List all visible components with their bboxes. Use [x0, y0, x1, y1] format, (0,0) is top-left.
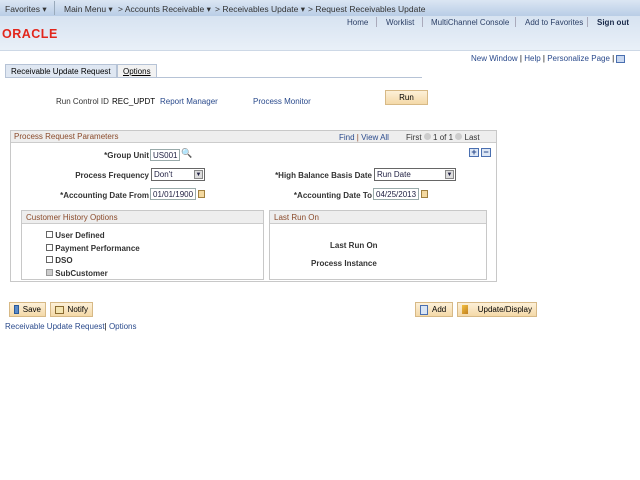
accounting-date-to-input[interactable]: 04/25/2013: [373, 188, 419, 200]
find-link[interactable]: Find: [339, 133, 355, 142]
calendar-icon[interactable]: [421, 190, 428, 198]
main-menu[interactable]: Main Menu ▾: [64, 4, 113, 15]
dso-checkbox-row[interactable]: DSO: [46, 255, 140, 268]
group-unit-input[interactable]: US001: [150, 149, 180, 161]
subcustomer-checkbox: [46, 268, 53, 276]
last-run-on-panel: Last Run On: [269, 210, 487, 280]
multichannel-console-link[interactable]: MultiChannel Console: [431, 18, 509, 27]
top-nav-bar: Favorites ▾ Main Menu ▾ > Accounts Recei…: [0, 0, 640, 16]
notify-button[interactable]: Notify: [50, 302, 93, 317]
high-balance-basis-date-select[interactable]: Run Date ▼: [374, 168, 456, 181]
user-defined-checkbox-row[interactable]: User Defined: [46, 230, 140, 243]
grid-icon[interactable]: [616, 54, 626, 63]
accounting-date-from-label: *Accounting Date From: [60, 191, 149, 200]
new-window-link[interactable]: New Window: [471, 54, 518, 63]
last-run-on-label: Last Run On: [330, 241, 378, 250]
breadcrumb-accounts-receivable[interactable]: > Accounts Receivable ▾: [118, 4, 211, 15]
footer-link-options[interactable]: Options: [109, 322, 137, 331]
save-icon: [14, 305, 19, 314]
payment-performance-checkbox[interactable]: [46, 243, 53, 251]
panel-header: Customer History Options: [22, 211, 263, 224]
tab-divider: [5, 77, 422, 78]
panel-header: Last Run On: [270, 211, 486, 224]
delete-row-icon[interactable]: −: [481, 148, 491, 157]
payment-performance-checkbox-row[interactable]: Payment Performance: [46, 243, 140, 256]
row-count: 1 of 1: [433, 133, 454, 142]
view-all-link[interactable]: View All: [361, 133, 389, 142]
last-link[interactable]: Last: [465, 133, 480, 142]
lookup-icon[interactable]: 🔍: [181, 148, 192, 159]
sign-out-link[interactable]: Sign out: [597, 18, 629, 27]
process-instance-label: Process Instance: [311, 259, 377, 268]
tab-receivable-update-request[interactable]: Receivable Update Request: [5, 64, 117, 78]
report-manager-link[interactable]: Report Manager: [160, 97, 218, 106]
breadcrumb-request-receivables-update[interactable]: > Request Receivables Update: [308, 4, 425, 14]
save-button[interactable]: Save: [9, 302, 46, 317]
next-icon[interactable]: [455, 133, 463, 140]
pencil-icon: [462, 305, 468, 314]
add-row-icon[interactable]: +: [469, 148, 479, 157]
add-to-favorites-link[interactable]: Add to Favorites: [525, 18, 583, 27]
breadcrumb-receivables-update[interactable]: > Receivables Update ▾: [215, 4, 305, 15]
accounting-date-from-input[interactable]: 01/01/1900: [150, 188, 196, 200]
worklist-link[interactable]: Worklist: [386, 18, 414, 27]
help-link[interactable]: Help: [524, 54, 540, 63]
first-link[interactable]: First: [406, 133, 422, 142]
calendar-icon[interactable]: [198, 190, 205, 198]
user-defined-checkbox[interactable]: [46, 231, 53, 238]
accounting-date-to-label: *Accounting Date To: [293, 191, 372, 200]
dso-checkbox[interactable]: [46, 256, 53, 263]
favorites-menu[interactable]: Favorites ▾: [5, 4, 47, 15]
panel-header: Process Request Parameters Find | View A…: [11, 131, 496, 143]
home-link[interactable]: Home: [347, 18, 368, 27]
prev-icon[interactable]: [423, 133, 431, 140]
add-icon: [420, 304, 428, 315]
footer-link-receivable-update-request[interactable]: Receivable Update Request: [5, 322, 105, 331]
run-button[interactable]: Run: [385, 90, 428, 105]
process-frequency-select[interactable]: Don't ▼: [151, 168, 205, 181]
process-frequency-label: Process Frequency: [75, 171, 149, 180]
run-control-label: Run Control ID: [56, 97, 109, 106]
notify-icon: [55, 305, 64, 314]
tab-options[interactable]: Options: [117, 64, 157, 78]
chevron-down-icon: ▼: [194, 170, 203, 179]
run-control-value: REC_UPDT: [112, 97, 156, 106]
subcustomer-checkbox-row: SubCustomer: [46, 268, 140, 281]
personalize-page-link[interactable]: Personalize Page: [547, 54, 610, 63]
add-button[interactable]: Add: [415, 302, 453, 317]
high-balance-basis-date-label: *High Balance Basis Date: [275, 171, 372, 180]
group-unit-label: *Group Unit: [104, 151, 149, 160]
process-monitor-link[interactable]: Process Monitor: [253, 97, 311, 106]
update-display-button[interactable]: Update/Display: [457, 302, 537, 317]
oracle-logo: ORACLE: [2, 27, 58, 41]
chevron-down-icon: ▼: [445, 170, 454, 179]
